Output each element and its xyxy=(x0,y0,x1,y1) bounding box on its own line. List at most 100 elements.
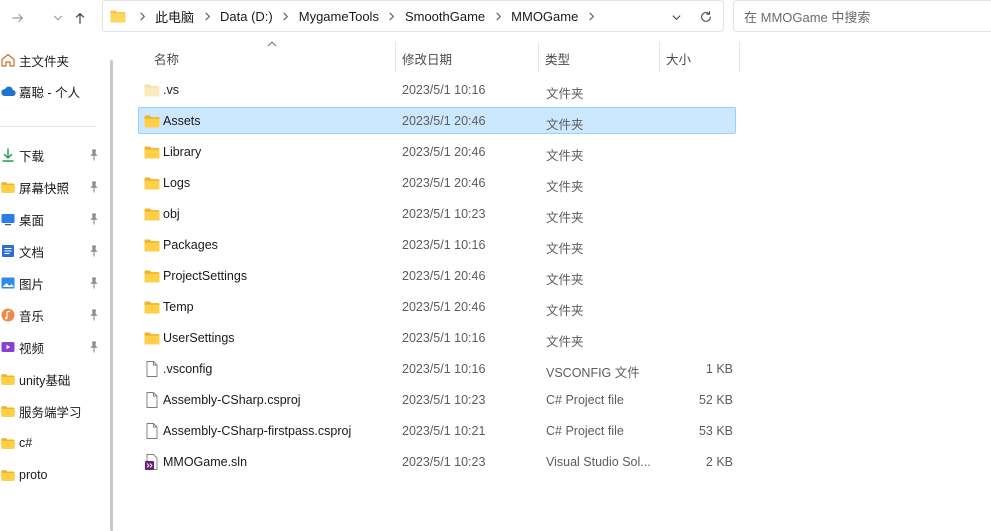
sidebar-item-label: c# xyxy=(19,436,33,450)
file-icon xyxy=(143,422,161,440)
breadcrumb-label: MygameTools xyxy=(298,8,379,24)
pin-icon[interactable] xyxy=(88,244,100,258)
visual-studio-solution-icon xyxy=(143,453,161,471)
file-name: Library xyxy=(163,145,202,159)
breadcrumb-item[interactable]: Data (D:) xyxy=(220,1,273,31)
chevron-down-button[interactable] xyxy=(46,7,70,29)
file-name: Logs xyxy=(163,176,191,190)
folder-icon xyxy=(0,467,16,483)
file-row[interactable]: MMOGame.sln 2023/5/1 10:23 Visual Studio S… xyxy=(138,448,736,475)
file-type: C# Project file xyxy=(546,424,624,438)
file-date: 2023/5/1 20:46 xyxy=(402,269,486,283)
folder-icon xyxy=(143,174,161,192)
folder-icon xyxy=(0,435,16,451)
pin-icon[interactable] xyxy=(88,180,100,194)
breadcrumb-item[interactable]: MMOGame xyxy=(511,1,578,31)
sidebar-scrollbar[interactable] xyxy=(110,60,113,531)
file-row[interactable]: ProjectSettings 2023/5/1 20:46 文件夹 xyxy=(138,262,736,289)
pin-icon[interactable] xyxy=(88,308,100,322)
navigation-bar: 此电脑 Data (D:) MygameTools SmoothGame MMO… xyxy=(0,0,991,36)
sidebar-item-label: 屏幕快照 xyxy=(19,181,70,196)
column-divider[interactable] xyxy=(395,42,396,72)
search-input[interactable] xyxy=(744,7,984,27)
up-button[interactable] xyxy=(68,7,92,29)
address-history-button[interactable] xyxy=(665,7,687,27)
sidebar-item-label: 嘉聪 - 个人 xyxy=(19,85,81,100)
sidebar-item[interactable]: 嘉聪 - 个人 xyxy=(0,77,106,105)
refresh-icon xyxy=(699,10,713,24)
file-date: 2023/5/1 10:16 xyxy=(402,362,486,376)
column-header-type[interactable]: 类型 xyxy=(545,44,570,72)
pin-icon[interactable] xyxy=(88,340,100,354)
breadcrumb-item[interactable]: SmoothGame xyxy=(405,1,485,31)
file-type: 文件夹 xyxy=(546,335,584,349)
breadcrumb-item[interactable]: MygameTools xyxy=(299,1,379,31)
file-icon xyxy=(143,391,161,409)
chevron-right-icon xyxy=(279,9,293,23)
sidebar-item[interactable]: 服务端学习 xyxy=(0,397,106,425)
pin-icon[interactable] xyxy=(88,148,100,162)
file-row[interactable]: Logs 2023/5/1 20:46 文件夹 xyxy=(138,169,736,196)
file-name: UserSettings xyxy=(163,331,235,345)
sidebar-item[interactable]: 屏幕快照 xyxy=(0,173,106,201)
sidebar-item-label: 主文件夹 xyxy=(19,54,70,69)
cloud-icon xyxy=(0,83,16,99)
file-row[interactable]: Assembly-CSharp.csproj 2023/5/1 10:23 C# P… xyxy=(138,386,736,413)
folder-icon xyxy=(143,236,161,254)
refresh-button[interactable] xyxy=(695,7,717,27)
file-row[interactable]: .vsconfig 2023/5/1 10:16 VSCONFIG 文件 1 KB xyxy=(138,355,736,382)
column-header-label: 类型 xyxy=(545,52,571,67)
sidebar-item[interactable]: 音乐 xyxy=(0,301,106,329)
address-bar[interactable]: 此电脑 Data (D:) MygameTools SmoothGame MMO… xyxy=(102,0,724,32)
file-type: VSCONFIG 文件 xyxy=(546,366,640,380)
pin-icon[interactable] xyxy=(88,212,100,226)
file-row[interactable]: obj 2023/5/1 10:23 文件夹 xyxy=(138,200,736,227)
forward-button[interactable] xyxy=(6,7,30,29)
file-type: 文件夹 xyxy=(546,180,584,194)
sidebar-item[interactable]: 下载 xyxy=(0,141,106,169)
file-row[interactable]: Library 2023/5/1 20:46 文件夹 xyxy=(138,138,736,165)
file-name: ProjectSettings xyxy=(163,269,248,283)
pin-icon[interactable] xyxy=(88,276,100,290)
breadcrumb-item[interactable]: 此电脑 xyxy=(155,1,194,31)
sidebar-divider xyxy=(0,126,96,127)
column-divider[interactable] xyxy=(659,42,660,72)
chevron-right-icon xyxy=(200,9,214,23)
sidebar-item-label: 服务端学习 xyxy=(19,405,82,420)
file-row[interactable]: .vs 2023/5/1 10:16 文件夹 xyxy=(138,76,736,103)
sidebar-item[interactable]: 主文件夹 xyxy=(0,46,106,74)
sidebar-item[interactable]: 桌面 xyxy=(0,205,106,233)
column-divider[interactable] xyxy=(739,42,740,72)
file-date: 2023/5/1 10:21 xyxy=(402,424,486,438)
file-list: 名称 修改日期 类型 大小 .vs 2023/5/1 10:16 文件夹 Assets… xyxy=(114,38,991,531)
file-name: .vsconfig xyxy=(163,362,213,376)
navigation-pane: 主文件夹嘉聪 - 个人下载屏幕快照桌面文档图片音乐视频 unity基础服务端学习 c… xyxy=(0,38,108,531)
folder-icon xyxy=(143,329,161,347)
file-date: 2023/5/1 10:16 xyxy=(402,331,486,345)
sidebar-item[interactable]: 视频 xyxy=(0,333,106,361)
file-row[interactable]: Assembly-CSharp-firstpass.csproj 2023/5/1… xyxy=(138,417,736,444)
chevron-right-icon xyxy=(135,9,149,23)
file-date: 2023/5/1 10:23 xyxy=(402,207,486,221)
file-row[interactable]: UserSettings 2023/5/1 10:16 文件夹 xyxy=(138,324,736,351)
sidebar-item[interactable]: 文档 xyxy=(0,237,106,265)
file-size: 1 KB xyxy=(705,362,733,376)
column-divider[interactable] xyxy=(538,42,539,72)
folder-icon xyxy=(143,298,161,316)
file-row[interactable]: Assets 2023/5/1 20:46 文件夹 xyxy=(138,107,736,134)
breadcrumb-label: 此电脑 xyxy=(155,9,195,25)
file-name: obj xyxy=(163,207,180,221)
file-row[interactable]: Temp 2023/5/1 20:46 文件夹 xyxy=(138,293,736,320)
sidebar-item[interactable]: 图片 xyxy=(0,269,106,297)
folder-icon xyxy=(143,112,161,130)
file-name: MMOGame.sln xyxy=(163,455,248,469)
breadcrumb-label: Data (D:) xyxy=(220,8,273,24)
sidebar-item[interactable]: unity基础 xyxy=(0,365,106,393)
file-icon xyxy=(143,360,161,378)
column-header-name[interactable]: 名称 xyxy=(154,44,179,72)
file-row[interactable]: Packages 2023/5/1 10:16 文件夹 xyxy=(138,231,736,258)
column-header-date[interactable]: 修改日期 xyxy=(402,44,452,72)
sidebar-item[interactable]: c# xyxy=(0,429,106,457)
column-header-size[interactable]: 大小 xyxy=(666,44,691,72)
sidebar-item[interactable]: proto xyxy=(0,461,106,489)
